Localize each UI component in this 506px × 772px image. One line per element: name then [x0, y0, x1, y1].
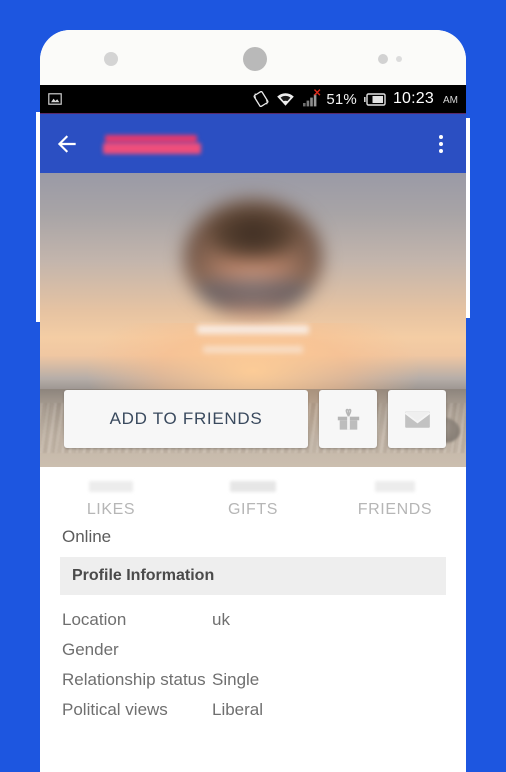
name-line-1: [197, 325, 309, 334]
likes-count-redacted: [89, 481, 133, 492]
info-value-relationship-status: Single: [212, 670, 260, 689]
gifts-label: GIFTS: [227, 501, 279, 518]
app-bar: [40, 113, 466, 173]
light-sensor-icon: [396, 56, 402, 62]
friends-count-redacted: [375, 481, 415, 492]
battery-icon: [363, 92, 386, 106]
stat-likes[interactable]: LIKES: [40, 481, 182, 519]
online-status-text: Online: [62, 527, 112, 546]
status-bar-icons: ✕ 51% 10:23 AM: [253, 87, 458, 108]
battery-percent-text: 51%: [326, 90, 357, 108]
info-value-political-views: Liberal: [212, 700, 264, 719]
speaker-dot-icon: [104, 52, 118, 66]
info-key-political-views: Political views: [62, 700, 168, 719]
app-bar-title-redacted: [103, 133, 203, 155]
table-row: Relationship status Single: [62, 665, 444, 695]
info-key-location: Location: [62, 610, 127, 629]
clock-ampm-text: AM: [443, 94, 458, 106]
table-row: Location uk: [62, 605, 444, 635]
info-value-location: uk: [212, 610, 230, 629]
table-row: Political views Liberal: [62, 695, 444, 725]
profile-actions: ADD TO FRIENDS: [64, 390, 446, 448]
status-bar: ✕ 51% 10:23 AM: [40, 85, 466, 113]
proximity-sensor-icon: [378, 54, 388, 64]
back-arrow-icon[interactable]: [54, 131, 80, 157]
add-to-friends-button[interactable]: ADD TO FRIENDS: [64, 390, 308, 448]
overflow-dot: [439, 141, 443, 146]
profile-information-list: Location uk Gender Relationship status S…: [40, 595, 466, 725]
status-bar-notifications: [48, 92, 253, 106]
phone-top-bezel: [40, 30, 466, 85]
name-line-2: [203, 346, 303, 353]
send-gift-button[interactable]: [319, 390, 377, 448]
envelope-icon: [404, 410, 430, 428]
overflow-dot: [439, 134, 443, 139]
no-service-x-icon: ✕: [312, 87, 322, 99]
likes-label: LIKES: [86, 501, 136, 518]
display-name-redacted: [194, 325, 312, 353]
profile-avatar[interactable]: [184, 199, 322, 317]
send-message-button[interactable]: [388, 390, 446, 448]
wifi-icon: [277, 92, 295, 106]
image-notification-icon: [48, 93, 62, 105]
overflow-menu-icon[interactable]: [430, 131, 452, 157]
table-row: Gender: [62, 635, 444, 665]
friends-label: FRIENDS: [357, 501, 433, 518]
screenshot-root: ✕ 51% 10:23 AM ADD TO FRIENDS LIKES GIFT…: [0, 0, 506, 772]
phone-screen: ✕ 51% 10:23 AM ADD TO FRIENDS LIKES GIFT…: [40, 85, 466, 772]
gift-icon: [337, 408, 359, 430]
clock-text: 10:23: [392, 90, 434, 107]
overflow-dot: [439, 148, 443, 153]
auto-rotate-off-icon: [253, 91, 269, 107]
stat-friends[interactable]: FRIENDS: [324, 481, 466, 519]
stats-row: LIKES GIFTS FRIENDS: [40, 467, 466, 521]
stat-gifts[interactable]: GIFTS: [182, 481, 324, 519]
profile-body: LIKES GIFTS FRIENDS Online Profile Infor…: [40, 467, 466, 725]
profile-information-header: Profile Information: [60, 557, 446, 595]
gifts-count-redacted: [230, 481, 276, 492]
info-key-relationship-status: Relationship status: [62, 670, 206, 689]
cover-photo: ADD TO FRIENDS: [40, 173, 466, 467]
phone-device: ✕ 51% 10:23 AM ADD TO FRIENDS LIKES GIFT…: [40, 30, 466, 772]
signal-no-service-icon: ✕: [302, 87, 322, 107]
info-key-gender: Gender: [62, 640, 119, 659]
front-camera-icon: [243, 47, 267, 71]
